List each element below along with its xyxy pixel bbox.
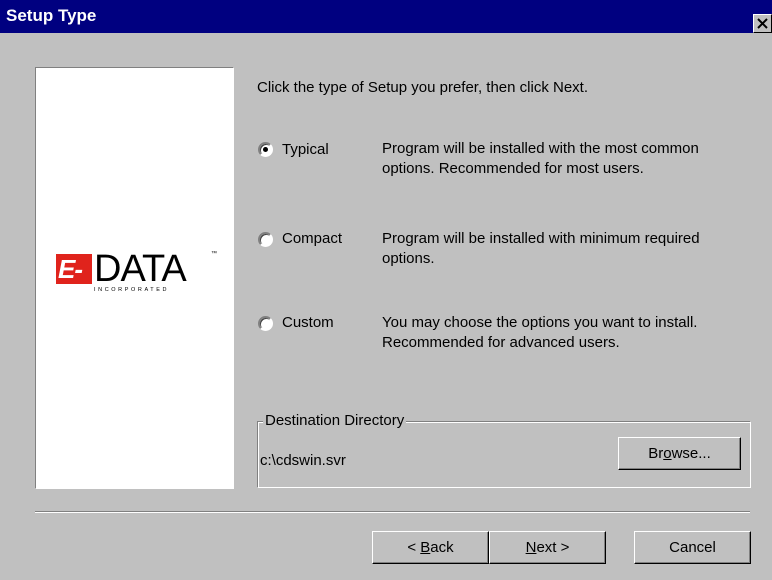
destination-legend: Destination Directory bbox=[263, 411, 407, 431]
custom-radio[interactable] bbox=[258, 316, 273, 331]
cancel-button[interactable]: Cancel bbox=[634, 531, 751, 564]
title-bar[interactable]: Setup Type bbox=[0, 0, 772, 33]
logo-trademark: ™ bbox=[211, 251, 217, 257]
typical-radio[interactable] bbox=[258, 142, 273, 157]
logo-subtitle: INCORPORATED bbox=[94, 287, 170, 293]
compact-label[interactable]: Compact bbox=[282, 229, 342, 249]
destination-path: c:\cdswin.svr bbox=[260, 452, 346, 469]
compact-radio[interactable] bbox=[258, 232, 273, 247]
window-title: Setup Type bbox=[6, 6, 97, 25]
ez-logo-mark: E-Z bbox=[56, 254, 92, 314]
custom-description-line2: Recommended for advanced users. bbox=[382, 334, 620, 351]
compact-description-line1: Program will be installed with minimum r… bbox=[382, 230, 700, 247]
typical-description-line2: options. Recommended for most users. bbox=[382, 160, 644, 177]
instruction-text: Click the type of Setup you prefer, then… bbox=[257, 79, 588, 96]
separator-highlight bbox=[35, 512, 750, 513]
close-icon bbox=[757, 18, 768, 29]
logo-panel: E-Z DATA ™ INCORPORATED bbox=[35, 67, 234, 489]
custom-label[interactable]: Custom bbox=[282, 313, 334, 333]
typical-description-line1: Program will be installed with the most … bbox=[382, 140, 699, 157]
next-button[interactable]: Next > bbox=[489, 531, 606, 564]
back-button[interactable]: < Back bbox=[372, 531, 489, 564]
setup-type-dialog: Setup Type E-Z DATA ™ INCORPORATED Click… bbox=[0, 0, 772, 580]
logo-wordmark: DATA bbox=[94, 248, 187, 290]
custom-description-line1: You may choose the options you want to i… bbox=[382, 314, 698, 331]
browse-button[interactable]: Browse... bbox=[618, 437, 741, 470]
typical-label[interactable]: Typical bbox=[282, 140, 329, 160]
compact-description-line2: options. bbox=[382, 250, 435, 267]
radio-selected-dot bbox=[263, 147, 268, 152]
close-button[interactable] bbox=[753, 14, 772, 33]
